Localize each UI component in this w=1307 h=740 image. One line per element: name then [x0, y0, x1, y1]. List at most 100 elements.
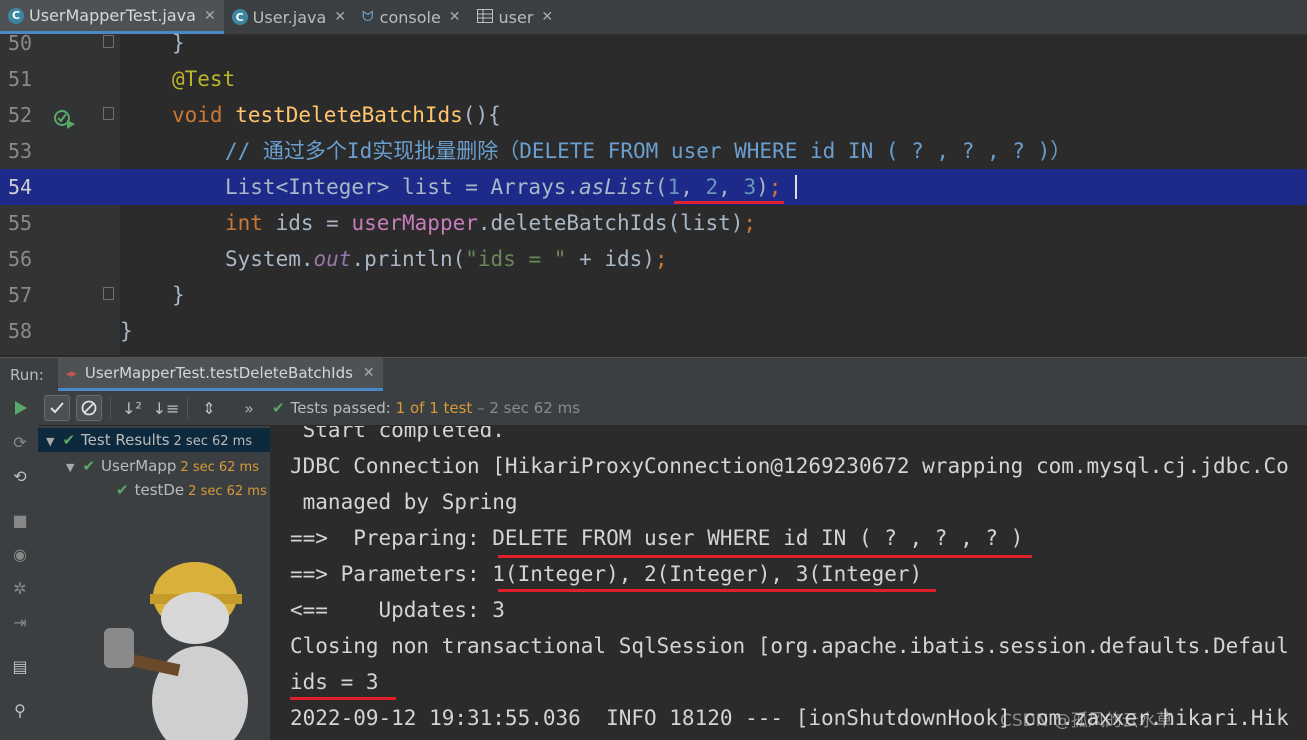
- test-results-tree: ▼ ✔ Test Results 2 sec 62 ms ▼ ✔ UserMapp 2 se…: [38, 426, 271, 740]
- code-line[interactable]: 50 }: [0, 25, 1307, 61]
- toggle-auto-test-icon[interactable]: ⟲: [10, 467, 30, 487]
- annotation-underline: [498, 555, 1032, 558]
- check-icon: ✔: [272, 399, 285, 417]
- close-icon[interactable]: ✕: [363, 365, 375, 381]
- code-line[interactable]: 53 // 通过多个Id实现批量删除（DELETE FROM user WHER…: [0, 133, 1307, 169]
- run-config-icon: ◂▸: [65, 366, 77, 380]
- console-line: ==> Preparing: DELETE FROM user WHERE id…: [290, 526, 1024, 550]
- code-text: void testDeleteBatchIds(){: [172, 103, 501, 127]
- line-number: 56: [8, 247, 33, 271]
- status-of: of 1 test: [409, 399, 473, 417]
- console-line: Start completed.: [290, 426, 505, 442]
- exit-icon[interactable]: ⇥: [10, 613, 30, 633]
- line-number: 58: [8, 319, 33, 343]
- watermark-text: CSDN @孤风的云水草: [1000, 711, 1173, 731]
- console-line: ids = 3: [290, 670, 379, 694]
- status-prefix: Tests passed:: [290, 399, 391, 417]
- code-text: @Test: [172, 67, 236, 91]
- pin-icon[interactable]: ⚲: [10, 701, 30, 721]
- java-class-icon: C: [231, 9, 248, 25]
- table-icon: [476, 8, 493, 27]
- tree-item-time: 2 sec 62 ms: [180, 460, 259, 475]
- console-line: <== Updates: 3: [290, 598, 505, 622]
- tree-item-time: 2 sec 62 ms: [173, 434, 253, 449]
- code-line-current[interactable]: 54 List<Integer> list = Arrays.asList(1,…: [0, 169, 1307, 205]
- tab-label: console: [379, 7, 441, 27]
- check-icon: ✔: [62, 431, 76, 449]
- code-text: }: [120, 319, 133, 343]
- code-line[interactable]: 57 }: [0, 277, 1307, 313]
- chevron-down-icon[interactable]: ▼: [46, 435, 54, 448]
- debug-icon[interactable]: ✲: [10, 579, 30, 599]
- close-icon[interactable]: ✕: [204, 8, 216, 24]
- status-count: 1: [395, 399, 406, 417]
- java-test-class-icon: C: [8, 7, 24, 24]
- tab-label: UserMapperTest.java: [29, 6, 196, 25]
- annotation-underline: [674, 201, 784, 204]
- tree-item-label: testDe: [134, 481, 185, 499]
- line-number: 52: [8, 103, 33, 127]
- tree-item-method[interactable]: ✔ testDe 2 sec 62 ms: [116, 478, 267, 502]
- code-text: System.out.println("ids = " + ids);: [225, 247, 668, 271]
- line-number: 57: [8, 283, 33, 307]
- run-test-icon[interactable]: [54, 105, 75, 129]
- fold-icon[interactable]: [103, 35, 114, 48]
- console-line: managed by Spring: [290, 490, 518, 514]
- close-icon[interactable]: ✕: [541, 9, 553, 25]
- run-tab[interactable]: ◂▸ UserMapperTest.testDeleteBatchIds ✕: [57, 358, 383, 391]
- fold-icon[interactable]: [103, 287, 114, 300]
- expand-all-icon[interactable]: ⇕: [196, 395, 222, 421]
- check-icon: ✔: [82, 457, 96, 475]
- close-icon[interactable]: ✕: [449, 9, 461, 25]
- code-text: List<Integer> list = Arrays.asList(1, 2,…: [225, 175, 782, 199]
- layout-icon[interactable]: ▤: [10, 657, 30, 677]
- show-passed-button[interactable]: [44, 395, 70, 421]
- line-number: 51: [8, 67, 33, 91]
- line-number: 54: [8, 175, 33, 199]
- tree-item-time: 2 sec 62 ms: [188, 484, 267, 499]
- code-line[interactable]: 55 int ids = userMapper.deleteBatchIds(l…: [0, 205, 1307, 241]
- console-line: Closing non transactional SqlSession [or…: [290, 634, 1289, 658]
- more-chevron-icon[interactable]: »: [236, 395, 262, 421]
- code-text: }: [172, 283, 185, 307]
- code-line[interactable]: 56 System.out.println("ids = " + ids);: [0, 241, 1307, 277]
- chevron-down-icon[interactable]: ▼: [66, 461, 74, 474]
- toolbar-separator: [187, 397, 188, 419]
- close-icon[interactable]: ✕: [334, 9, 346, 25]
- rerun-icon[interactable]: [10, 399, 30, 419]
- tab-label: User.java: [252, 7, 327, 27]
- fold-icon[interactable]: [103, 107, 114, 120]
- toolbar-separator: [110, 397, 111, 419]
- sort-alphabetically-icon[interactable]: ↓²: [119, 395, 145, 421]
- code-line[interactable]: 58 }: [0, 313, 1307, 349]
- annotation-underline: [498, 589, 936, 592]
- rerun-failed-icon[interactable]: ⟳: [10, 433, 30, 453]
- annotation-underline: [290, 697, 396, 700]
- code-line[interactable]: 51 @Test: [0, 61, 1307, 97]
- tests-status: ✔ Tests passed: 1 of 1 test – 2 sec 62 m…: [272, 399, 580, 417]
- run-label: Run:: [10, 365, 44, 384]
- camera-icon[interactable]: ◉: [10, 545, 30, 565]
- text-caret: [795, 175, 797, 199]
- tab-label: user: [498, 7, 534, 27]
- show-ignored-button[interactable]: [76, 395, 102, 421]
- console-line: JDBC Connection [HikariProxyConnection@1…: [290, 454, 1289, 478]
- code-comment: // 通过多个Id实现批量删除（DELETE FROM user WHERE i…: [225, 139, 1072, 163]
- console-line: ==> Parameters: 1(Integer), 2(Integer), …: [290, 562, 923, 586]
- sql-console-icon: ᗢ: [362, 9, 374, 25]
- code-line[interactable]: 52 void testDeleteBatchIds(){: [0, 97, 1307, 133]
- status-time: – 2 sec 62 ms: [477, 399, 581, 417]
- line-number: 50: [8, 31, 33, 55]
- console-output[interactable]: Start completed. JDBC Connection [Hikari…: [270, 426, 1307, 740]
- line-number: 53: [8, 139, 33, 163]
- sort-by-duration-icon[interactable]: ↓≡: [153, 395, 180, 421]
- tree-item-label: Test Results: [81, 431, 170, 449]
- check-icon: ✔: [116, 481, 129, 499]
- tree-item-test-results[interactable]: ▼ ✔ Test Results 2 sec 62 ms: [38, 428, 270, 452]
- stop-icon[interactable]: ■: [10, 511, 30, 531]
- code-text: int ids = userMapper.deleteBatchIds(list…: [225, 211, 757, 235]
- tree-item-class[interactable]: ▼ ✔ UserMapp 2 sec 62 ms: [66, 454, 259, 478]
- mascot-illustration: [104, 562, 248, 740]
- run-tool-window-header: Run: ◂▸ UserMapperTest.testDeleteBatchId…: [0, 357, 1307, 391]
- code-editor[interactable]: 50 } 51 @Test 52 void testDeleteBatchIds…: [0, 31, 1307, 355]
